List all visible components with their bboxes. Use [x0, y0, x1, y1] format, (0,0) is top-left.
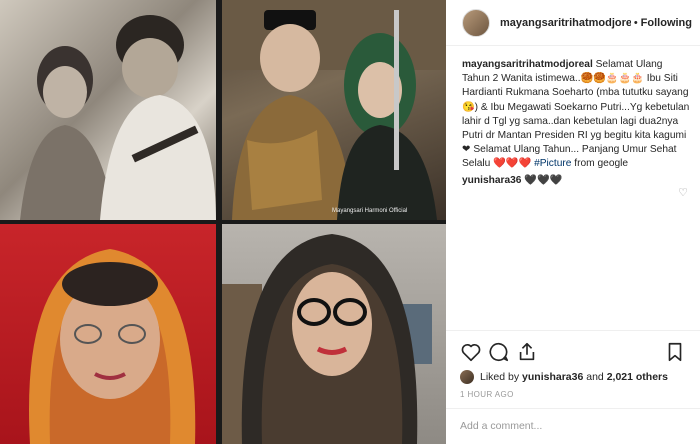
header-separator: •	[633, 16, 638, 29]
likes-count[interactable]: 2,021 others	[607, 371, 668, 383]
post-header: mayangsaritrihatmodjoreal • Following	[446, 0, 700, 46]
caption: mayangsaritrihatmodjoreal Selamat Ulang …	[462, 58, 690, 172]
instagram-post: Mayangsari Harmoni Official mayangsaritr…	[0, 0, 700, 444]
photo-watermark: Mayangsari Harmoni Official	[332, 208, 407, 214]
share-icon[interactable]	[516, 341, 538, 363]
photo-patterned-scarf	[222, 224, 446, 444]
caption-text-end: from geogle	[574, 158, 629, 170]
likes-summary: Liked by yunishara36 and 2,021 others	[460, 370, 668, 384]
author-username[interactable]: mayangsaritrihatmodjoreal	[500, 17, 631, 29]
add-comment-input[interactable]: Add a comment...	[446, 408, 700, 444]
photo-couple: Mayangsari Harmoni Official	[222, 0, 446, 220]
caption-hashtag[interactable]: #Picture	[534, 158, 571, 169]
post-timestamp[interactable]: 1 HOUR AGO	[460, 390, 514, 399]
caption-area: mayangsaritrihatmodjoreal Selamat Ulang …	[446, 46, 700, 328]
liker-avatar[interactable]	[460, 370, 474, 384]
post-image-collage[interactable]: Mayangsari Harmoni Official	[0, 0, 446, 444]
like-heart-icon[interactable]	[460, 341, 482, 363]
comment-like-heart-icon[interactable]: ♡	[678, 186, 688, 199]
likes-prefix: Liked by	[480, 371, 520, 383]
post-side-panel: mayangsaritrihatmodjoreal • Following ma…	[446, 0, 700, 444]
action-bar	[446, 330, 700, 366]
photo-red-headscarf	[0, 224, 216, 444]
caption-username[interactable]: mayangsaritrihatmodjoreal	[462, 59, 593, 70]
comment-text: 🖤🖤🖤	[524, 174, 563, 186]
following-button[interactable]: Following	[641, 17, 692, 29]
caption-text: Selamat Ulang Tahun 2 Wanita istimewa..🥮…	[462, 59, 690, 170]
photo-vintage-portrait	[0, 0, 216, 220]
liker-username[interactable]: yunishara36	[522, 371, 583, 383]
likes-middle: and	[586, 371, 604, 383]
save-bookmark-icon[interactable]	[664, 341, 686, 363]
author-avatar[interactable]	[462, 8, 490, 37]
comment-icon[interactable]	[488, 341, 510, 363]
comment-row: yunishara36 🖤🖤🖤	[462, 174, 690, 188]
comment-username[interactable]: yunishara36	[462, 175, 521, 186]
